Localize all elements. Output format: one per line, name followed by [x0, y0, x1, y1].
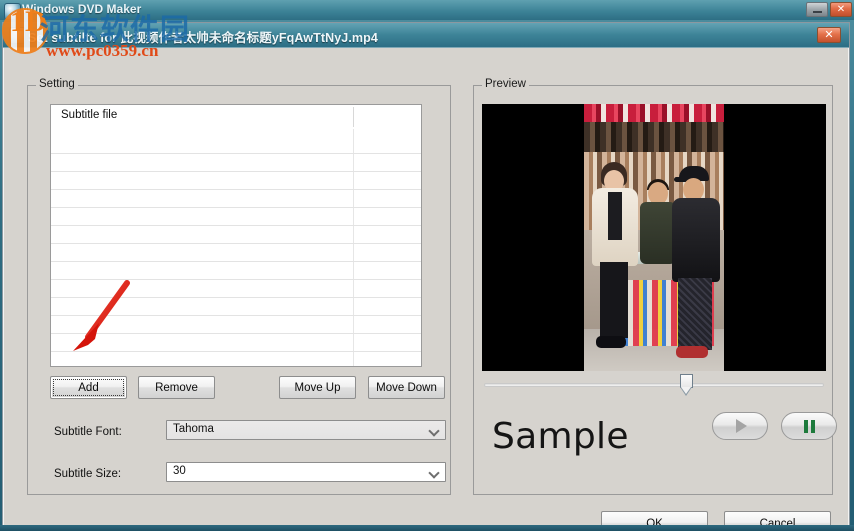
main-window: Windows DVD Maker ✕ Set subtilte for 此视频… — [0, 0, 854, 531]
pants — [678, 278, 712, 350]
list-row-line — [51, 279, 421, 280]
add-button[interactable]: Add — [50, 376, 127, 399]
subtitle-size-value: 30 — [173, 465, 186, 477]
person-man-center — [640, 179, 676, 292]
minimize-button[interactable] — [806, 2, 828, 17]
list-row-line — [51, 153, 421, 154]
move-down-button-label: Move Down — [376, 381, 437, 394]
main-window-title: Windows DVD Maker — [22, 2, 142, 16]
main-window-titlebar[interactable]: Windows DVD Maker ✕ — [0, 0, 854, 20]
subtitle-font-value: Tahoma — [173, 423, 214, 435]
subtitle-font-label: Subtitle Font: — [54, 426, 122, 438]
chevron-down-icon[interactable] — [430, 468, 439, 477]
list-row-line — [51, 261, 421, 262]
pause-button[interactable] — [781, 412, 837, 440]
remove-button-label: Remove — [155, 381, 198, 394]
minimize-icon — [812, 11, 822, 13]
person-man-right — [672, 166, 720, 366]
dvd-disc-icon — [9, 27, 26, 44]
move-down-button[interactable]: Move Down — [368, 376, 445, 399]
subtitle-size-select[interactable]: 30 — [166, 462, 446, 482]
dialog-title: Set subtilte for 此视频作者太帅未命名标题yFqAwTtNyJ.… — [28, 31, 378, 45]
subtitle-size-label: Subtitle Size: — [54, 468, 122, 480]
thumb-body — [680, 374, 693, 388]
inner-shirt — [608, 192, 622, 240]
thumb-tip-inner — [681, 387, 691, 394]
window-bottom-edge — [0, 525, 854, 531]
remove-button[interactable]: Remove — [138, 376, 215, 399]
list-row-line — [51, 315, 421, 316]
column-divider-body — [353, 129, 354, 366]
list-row-line — [51, 225, 421, 226]
shelf-top-products — [584, 104, 724, 122]
list-row-line — [51, 171, 421, 172]
preview-groupbox: Preview Sample — [473, 78, 837, 495]
chevron-down-icon[interactable] — [430, 426, 439, 435]
dialog-titlebar[interactable]: Set subtilte for 此视频作者太帅未命名标题yFqAwTtNyJ.… — [3, 23, 849, 48]
move-up-button[interactable]: Move Up — [279, 376, 356, 399]
play-icon — [736, 419, 747, 433]
setting-group-legend: Setting — [36, 78, 78, 90]
close-button[interactable]: ✕ — [830, 2, 852, 17]
seek-slider-thumb[interactable] — [680, 374, 693, 396]
shelf-row — [584, 122, 724, 152]
leather-jacket — [672, 198, 720, 282]
column-divider[interactable] — [353, 107, 354, 127]
play-button[interactable] — [712, 412, 768, 440]
dvd-disc-icon — [4, 3, 21, 20]
video-frame-content — [584, 104, 724, 371]
subtitle-font-select[interactable]: Tahoma — [166, 420, 446, 440]
list-row-line — [51, 189, 421, 190]
video-preview[interactable] — [482, 104, 826, 371]
pants — [600, 262, 628, 338]
person-woman — [592, 162, 638, 362]
list-header[interactable]: Subtitle file — [51, 105, 421, 129]
shoes — [676, 346, 708, 358]
pause-icon — [803, 419, 815, 433]
sample-subtitle-text: Sample — [492, 416, 629, 457]
seek-slider-track[interactable] — [484, 383, 824, 387]
column-header-subtitle-file[interactable]: Subtitle file — [61, 109, 117, 121]
list-row-line — [51, 333, 421, 334]
move-up-button-label: Move Up — [294, 381, 341, 394]
set-subtitle-dialog: Set subtilte for 此视频作者太帅未命名标题yFqAwTtNyJ.… — [2, 22, 850, 531]
focus-ring — [53, 379, 124, 396]
jacket — [640, 202, 676, 264]
preview-group-legend: Preview — [482, 78, 529, 90]
subtitle-file-list[interactable]: Subtitle file — [50, 104, 422, 367]
list-row-line — [51, 351, 421, 352]
dialog-close-button[interactable]: ✕ — [817, 27, 841, 43]
shoes — [596, 336, 626, 348]
list-row-line — [51, 297, 421, 298]
list-row-line — [51, 207, 421, 208]
setting-groupbox: Setting Subtitle file Add Remove Move Up… — [27, 78, 451, 495]
list-row-line — [51, 243, 421, 244]
